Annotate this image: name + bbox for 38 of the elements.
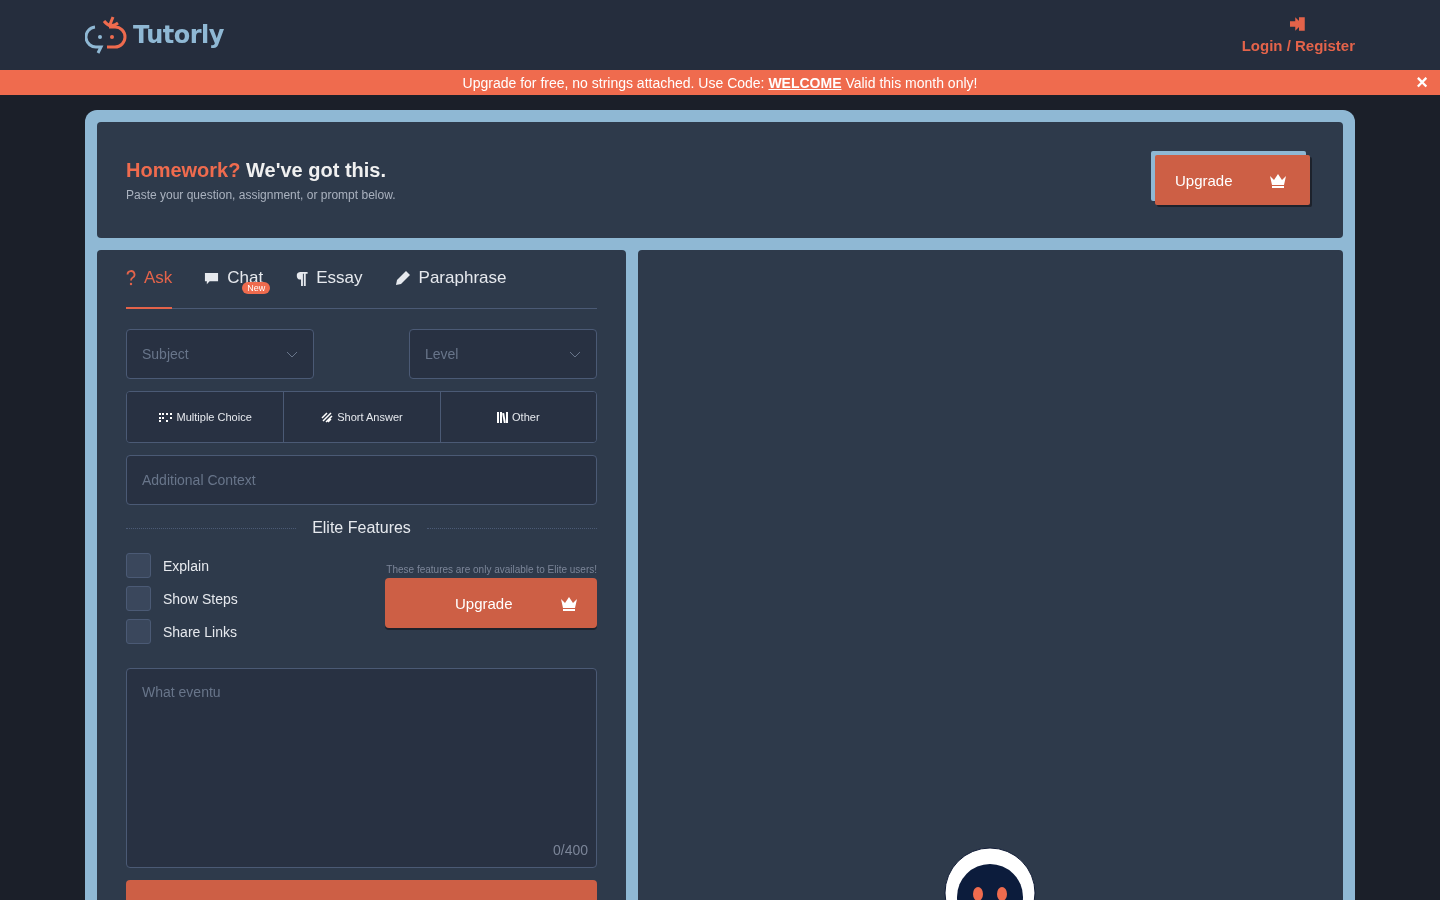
chat-bubble-icon <box>204 270 220 286</box>
option-label: Show Steps <box>163 590 238 607</box>
pencil-icon <box>394 270 411 286</box>
question-type-button[interactable]: Short Answer <box>283 392 440 442</box>
brand-name: Tutorly <box>133 21 224 49</box>
mode-tab[interactable]: Essay <box>295 268 363 309</box>
option-label: Explain <box>163 557 209 574</box>
login-register-link[interactable]: Login / Register <box>1241 16 1355 54</box>
checkbox[interactable] <box>126 586 151 611</box>
close-button[interactable]: × <box>1412 72 1432 92</box>
additional-context-field[interactable]: Additional Context <box>126 455 597 505</box>
subject-dropdown[interactable]: Subject <box>126 329 314 379</box>
mode-tab[interactable]: Ask <box>126 268 173 309</box>
sign-in-icon <box>1290 16 1307 31</box>
grid-icon <box>158 412 173 422</box>
chevron-down-icon <box>569 350 581 358</box>
level-dropdown[interactable]: Level <box>409 329 597 379</box>
crown-icon <box>1268 172 1288 188</box>
question-type-button[interactable]: Multiple Choice <box>127 392 284 442</box>
hero-title: Homework? We've got this. <box>126 158 387 182</box>
checkbox[interactable] <box>126 553 151 578</box>
robot-logo-icon <box>85 15 129 55</box>
crown-icon <box>559 595 579 611</box>
mode-tab[interactable]: Paraphrase <box>394 268 507 309</box>
checkbox[interactable] <box>126 619 151 644</box>
scribble-icon <box>321 411 334 423</box>
elite-features-heading: Elite Features <box>312 519 411 537</box>
chevron-down-icon <box>286 350 298 358</box>
question-icon <box>126 270 136 286</box>
question-type-button[interactable]: Other <box>439 392 596 442</box>
pilcrow-icon <box>295 270 309 286</box>
upgrade-button[interactable]: Upgrade <box>385 578 597 628</box>
option-label: Share Links <box>163 623 237 640</box>
character-counter: 0/400 <box>552 842 588 858</box>
elite-note: These features are only available to Elite users! <box>386 564 597 575</box>
promo-banner-text: Upgrade for free, no strings attached. Use Code: WELCOME Valid this month only! <box>462 74 978 91</box>
hero-subtitle: Paste your question, assignment, or prompt below. <box>126 187 396 202</box>
new-badge: New <box>242 282 271 294</box>
